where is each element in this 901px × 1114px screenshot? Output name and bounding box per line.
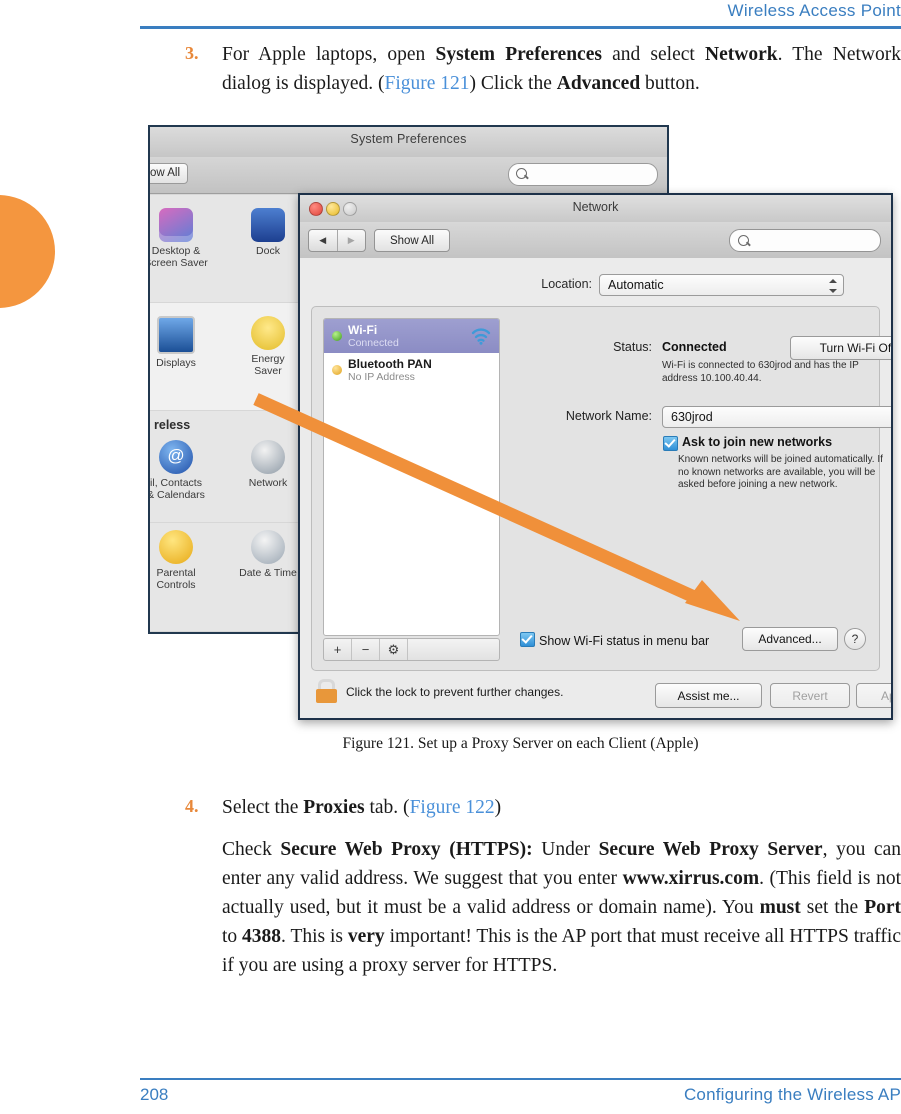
service-status: No IP Address	[348, 371, 415, 383]
body-paragraph: Check Secure Web Proxy (HTTPS): Under Se…	[222, 839, 901, 976]
remove-service-button[interactable]: −	[352, 639, 380, 660]
service-name: Wi-Fi	[348, 323, 378, 337]
help-button[interactable]: ?	[844, 628, 866, 650]
network-detail-pane: Status: Connected Turn Wi-Fi Off Wi-Fi i…	[510, 318, 891, 659]
status-dot-amber-icon	[332, 365, 342, 375]
wifi-icon	[471, 326, 491, 346]
pref-item-label: Parental Controls	[156, 567, 196, 591]
service-status: Connected	[348, 337, 399, 349]
nav-back-forward-segment[interactable]: ◀ ▶	[308, 229, 366, 252]
status-note: Wi-Fi is connected to 630jrod and has th…	[662, 360, 859, 384]
date-time-icon	[251, 530, 285, 564]
pref-item-desktop-screen-saver[interactable]: Desktop & Screen Saver	[150, 208, 224, 269]
pref-group-label-wireless: reless	[154, 418, 191, 432]
step-3-text: For Apple laptops, open System Preferenc…	[222, 44, 901, 94]
lock-hint-text: Click the lock to prevent further change…	[346, 685, 564, 699]
parental-controls-icon	[159, 530, 193, 564]
status-value: Connected	[662, 340, 727, 354]
figure-121: System Preferences ow All Desktop & Scre…	[140, 125, 901, 725]
lock-icon[interactable]	[316, 679, 337, 703]
figure-caption: Figure 121. Set up a Proxy Server on eac…	[342, 735, 699, 752]
ask-to-join-checkbox[interactable]	[663, 436, 678, 451]
pref-item-mail-contacts-calendars[interactable]: @ il, Contacts & Calendars	[150, 440, 224, 501]
network-titlebar: Network	[300, 195, 891, 223]
pref-item-displays[interactable]: Displays	[150, 316, 224, 369]
service-row-bluetooth-pan[interactable]: Bluetooth PAN No IP Address	[324, 353, 499, 387]
search-icon	[738, 235, 749, 246]
network-body: Location: Automatic Wi-Fi Connected Blue…	[300, 258, 891, 718]
back-arrow-icon[interactable]: ◀	[309, 230, 338, 251]
advanced-button[interactable]: Advanced...	[742, 627, 838, 651]
system-preferences-search-input[interactable]	[508, 163, 658, 186]
mail-contacts-calendars-icon: @	[159, 440, 193, 474]
gear-icon[interactable]: ⚙	[380, 639, 408, 660]
page-header-title: Wireless Access Point	[727, 1, 901, 20]
energy-saver-icon	[251, 316, 285, 350]
step-4-number: 4.	[185, 796, 199, 816]
location-select[interactable]: Automatic	[599, 274, 844, 296]
pref-item-label: Dock	[256, 245, 280, 257]
forward-arrow-icon[interactable]: ▶	[338, 230, 366, 251]
system-preferences-title: System Preferences	[350, 132, 467, 146]
network-name-label: Network Name:	[565, 409, 652, 423]
assist-me-button[interactable]: Assist me...	[655, 683, 762, 708]
status-dot-green-icon	[332, 331, 342, 341]
service-row-wifi[interactable]: Wi-Fi Connected	[324, 319, 499, 353]
network-toolbar: ◀ ▶ Show All	[300, 222, 891, 259]
chevron-updown-icon	[829, 279, 837, 293]
show-wifi-status-checkbox[interactable]	[520, 632, 535, 647]
header-rule	[140, 26, 901, 29]
step-4-text: Select the Proxies tab. (Figure 122)	[222, 797, 502, 818]
search-icon	[516, 168, 527, 179]
step-3-number: 3.	[185, 43, 199, 63]
ask-to-join-note: Known networks will be joined automatica…	[678, 454, 883, 490]
ask-to-join-label: Ask to join new networks	[682, 435, 833, 449]
footer-section-title: Configuring the Wireless AP	[683, 1085, 901, 1104]
location-value: Automatic	[608, 278, 664, 292]
apply-button[interactable]: Apply	[856, 683, 891, 708]
network-show-all-button[interactable]: Show All	[374, 229, 450, 252]
status-label: Status:	[613, 340, 652, 354]
system-preferences-show-all-button[interactable]: ow All	[150, 163, 188, 184]
network-window-title: Network	[572, 200, 619, 214]
network-icon	[251, 440, 285, 474]
bluetooth-icon	[471, 360, 491, 380]
add-service-button[interactable]: +	[324, 639, 352, 660]
pref-item-label: Network	[248, 477, 288, 489]
turn-wifi-off-button[interactable]: Turn Wi-Fi Off	[790, 336, 891, 360]
pref-item-label: Displays	[156, 357, 196, 369]
displays-icon	[157, 316, 195, 354]
network-search-input[interactable]	[729, 229, 881, 252]
network-bottom-bar: Click the lock to prevent further change…	[300, 671, 891, 718]
footer-rule	[140, 1078, 901, 1080]
network-services-list[interactable]: Wi-Fi Connected Bluetooth PAN No IP Addr…	[323, 318, 500, 636]
pref-item-label: il, Contacts & Calendars	[150, 477, 205, 501]
system-preferences-toolbar: ow All	[150, 157, 667, 194]
desktop-screensaver-icon	[159, 208, 193, 242]
pref-item-label: Desktop & Screen Saver	[150, 245, 208, 269]
network-name-select[interactable]: 630jrod	[662, 406, 891, 428]
location-row: Location: Automatic	[300, 274, 891, 296]
service-list-action-buttons[interactable]: + − ⚙	[323, 638, 500, 661]
network-window: Network ◀ ▶ Show All Location: Automatic	[298, 193, 893, 720]
system-preferences-titlebar: System Preferences	[150, 127, 667, 158]
pref-item-parental-controls[interactable]: Parental Controls	[150, 530, 224, 591]
show-wifi-status-label: Show Wi-Fi status in menu bar	[539, 634, 710, 648]
service-name: Bluetooth PAN	[348, 357, 432, 371]
network-panel: Wi-Fi Connected Bluetooth PAN No IP Addr…	[311, 306, 891, 671]
pref-item-label: Energy Saver	[251, 353, 285, 377]
dock-icon	[251, 208, 285, 242]
left-edge-thumb-tab	[0, 195, 55, 308]
pref-item-label: Date & Time	[239, 567, 297, 579]
location-label: Location:	[541, 277, 592, 291]
network-name-value: 630jrod	[671, 410, 713, 424]
revert-button[interactable]: Revert	[770, 683, 850, 708]
